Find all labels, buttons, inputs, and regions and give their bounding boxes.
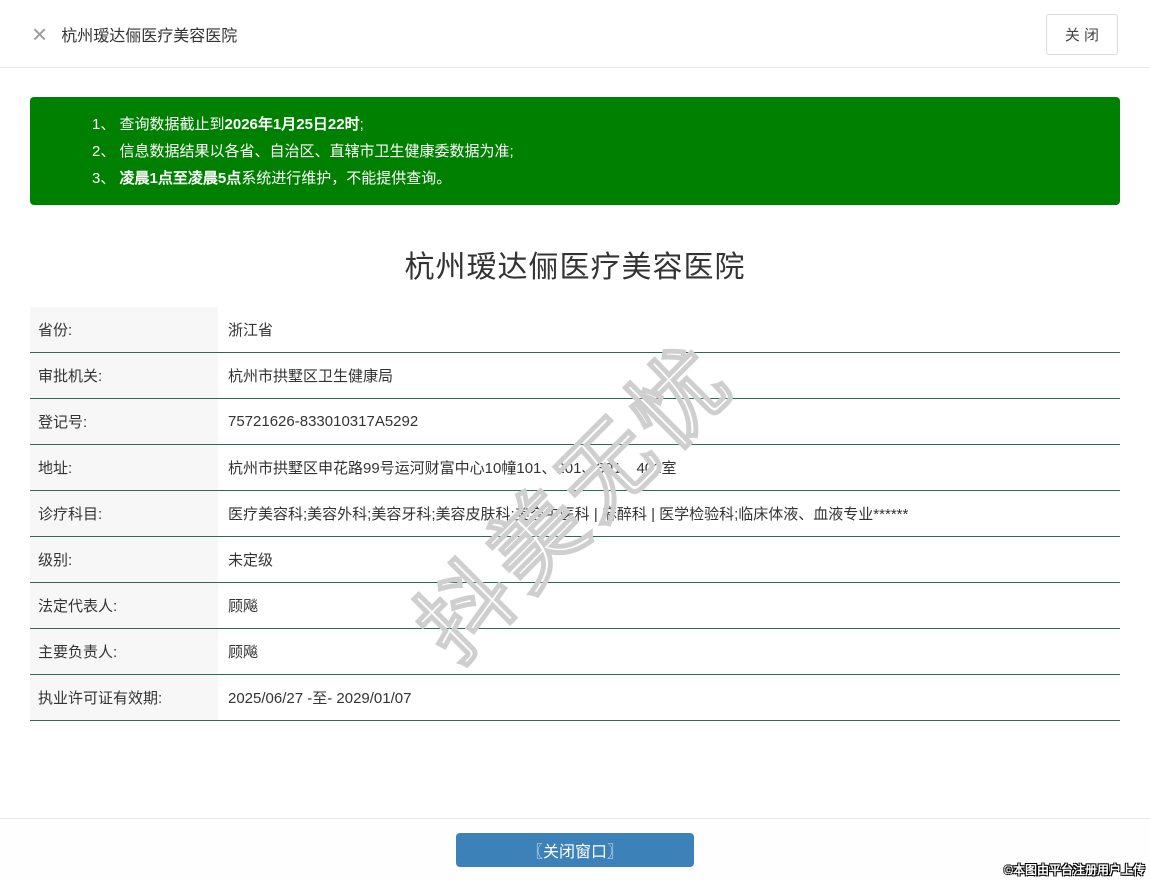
table-row-main-person-in-charge: 主要负责人: 顾飚 bbox=[30, 629, 1120, 675]
row-value: 杭州市拱墅区卫生健康局 bbox=[218, 353, 1120, 398]
close-window-button[interactable]: 〖关闭窗口〗 bbox=[456, 833, 694, 867]
row-label: 执业许可证有效期: bbox=[30, 675, 218, 720]
table-row-province: 省份: 浙江省 bbox=[30, 307, 1120, 353]
notice-box: 1、 查询数据截止到2026年1月25日22时; 2、 信息数据结果以各省、自治… bbox=[30, 97, 1120, 205]
row-value: 75721626-833010317A5292 bbox=[218, 399, 1120, 444]
hospital-info-table: 省份: 浙江省 审批机关: 杭州市拱墅区卫生健康局 登记号: 75721626-… bbox=[30, 307, 1120, 721]
table-row-medical-subjects: 诊疗科目: 医疗美容科;美容外科;美容牙科;美容皮肤科;美容中医科 | 麻醉科 … bbox=[30, 491, 1120, 537]
window-header: × 杭州瑷达俪医疗美容医院 关 闭 bbox=[0, 0, 1150, 68]
row-label: 级别: bbox=[30, 537, 218, 582]
row-value: 杭州市拱墅区申花路99号运河财富中心10幢101、201、301、401室 bbox=[218, 445, 1120, 490]
row-value: 顾飚 bbox=[218, 583, 1120, 628]
table-row-address: 地址: 杭州市拱墅区申花路99号运河财富中心10幢101、201、301、401… bbox=[30, 445, 1120, 491]
row-label: 审批机关: bbox=[30, 353, 218, 398]
table-row-level: 级别: 未定级 bbox=[30, 537, 1120, 583]
row-label: 地址: bbox=[30, 445, 218, 490]
row-value: 医疗美容科;美容外科;美容牙科;美容皮肤科;美容中医科 | 麻醉科 | 医学检验… bbox=[218, 491, 1120, 536]
row-value: 浙江省 bbox=[218, 307, 1120, 352]
notice-line: 2、 信息数据结果以各省、自治区、直辖市卫生健康委数据为准; bbox=[92, 138, 1120, 165]
close-x-icon[interactable]: × bbox=[32, 21, 47, 47]
close-button[interactable]: 关 闭 bbox=[1046, 14, 1118, 55]
row-label: 主要负责人: bbox=[30, 629, 218, 674]
notice-line: 1、 查询数据截止到2026年1月25日22时; bbox=[92, 111, 1120, 138]
row-value: 未定级 bbox=[218, 537, 1120, 582]
copyright-stamp: ©本图由平台注册用户上传 bbox=[1004, 861, 1145, 878]
table-row-approval-authority: 审批机关: 杭州市拱墅区卫生健康局 bbox=[30, 353, 1120, 399]
row-value: 顾飚 bbox=[218, 629, 1120, 674]
row-value: 2025/06/27 -至- 2029/01/07 bbox=[218, 675, 1120, 720]
row-label: 法定代表人: bbox=[30, 583, 218, 628]
row-label: 登记号: bbox=[30, 399, 218, 444]
table-row-license-validity: 执业许可证有效期: 2025/06/27 -至- 2029/01/07 bbox=[30, 675, 1120, 721]
page-title: 杭州瑷达俪医疗美容医院 bbox=[0, 242, 1150, 286]
row-label: 省份: bbox=[30, 307, 218, 352]
row-label: 诊疗科目: bbox=[30, 491, 218, 536]
table-row-legal-representative: 法定代表人: 顾飚 bbox=[30, 583, 1120, 629]
window-title: 杭州瑷达俪医疗美容医院 bbox=[61, 22, 237, 46]
footer-bar: 〖关闭窗口〗 bbox=[0, 818, 1150, 881]
table-row-registration-number: 登记号: 75721626-833010317A5292 bbox=[30, 399, 1120, 445]
notice-line: 3、 凌晨1点至凌晨5点系统进行维护，不能提供查询。 bbox=[92, 165, 1120, 192]
